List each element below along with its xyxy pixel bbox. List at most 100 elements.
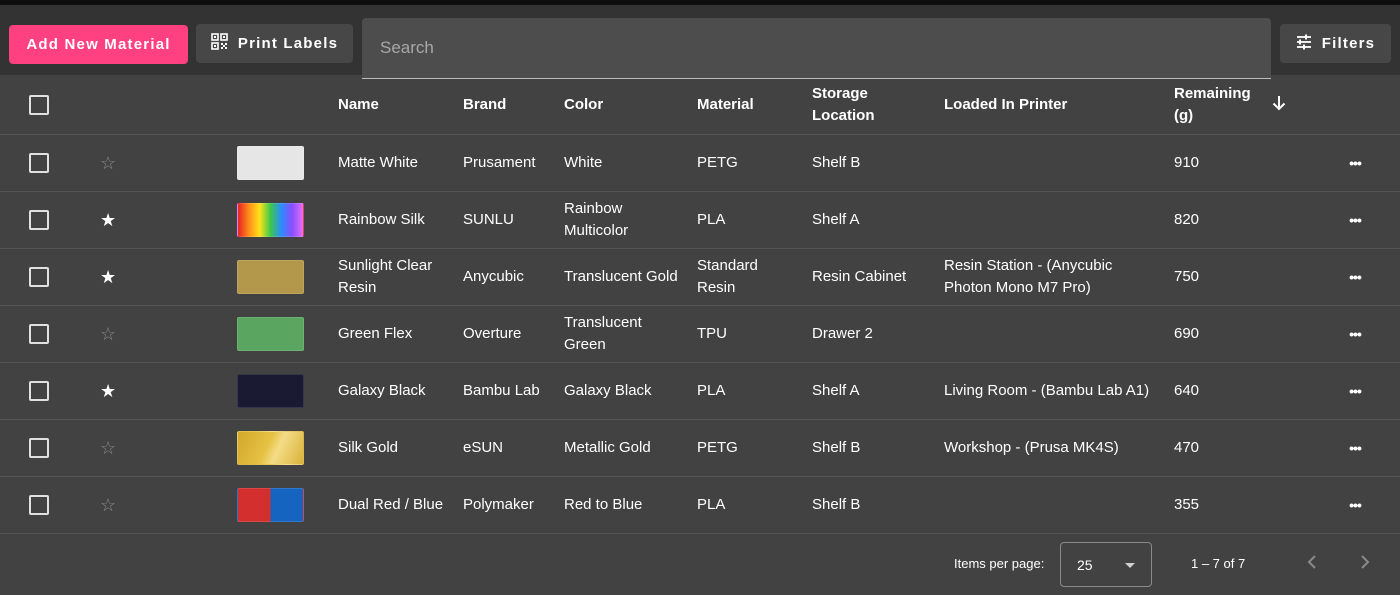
color-swatch [237, 317, 304, 351]
more-horizontal-icon[interactable]: ••• [1349, 152, 1362, 174]
arrow-down-icon[interactable] [1272, 94, 1286, 116]
star-outline-icon[interactable]: ☆ [100, 496, 116, 514]
material-type: Standard Resin [697, 257, 758, 296]
print-labels-label: Print Labels [237, 35, 339, 52]
favorite-star-cell[interactable]: ★ [100, 192, 120, 248]
header-brand[interactable]: Brand [463, 75, 553, 134]
table-row[interactable]: ☆ Green Flex Overture Translucent Green TPU D… [0, 306, 1400, 363]
row-actions-button[interactable]: ••• [1344, 135, 1366, 191]
row-checkbox-cell[interactable] [29, 192, 51, 248]
items-per-page-select[interactable]: 25 [1060, 542, 1152, 587]
row-checkbox[interactable] [29, 267, 49, 287]
row-checkbox-cell[interactable] [29, 477, 51, 533]
table-row[interactable]: ☆ Silk Gold eSUN Metallic Gold PETG Shelf B Wo… [0, 420, 1400, 477]
remaining-grams: 820 [1174, 211, 1200, 228]
storage-location: Shelf B [812, 496, 861, 513]
storage-location: Shelf B [812, 154, 861, 171]
row-checkbox-cell[interactable] [29, 420, 51, 476]
more-horizontal-icon[interactable]: ••• [1349, 494, 1362, 516]
search-field[interactable] [362, 18, 1271, 79]
search-input[interactable] [362, 18, 1271, 78]
color-swatch [237, 260, 304, 294]
header-remaining[interactable]: Remaining (g) [1174, 75, 1294, 134]
qr-code-icon [211, 33, 228, 54]
material-brand: eSUN [463, 439, 504, 456]
favorite-star-cell[interactable]: ☆ [100, 420, 120, 476]
remaining-grams: 355 [1174, 496, 1200, 513]
star-filled-icon[interactable]: ★ [100, 268, 116, 286]
more-horizontal-icon[interactable]: ••• [1349, 209, 1362, 231]
row-checkbox[interactable] [29, 210, 49, 230]
loaded-in-printer: Workshop - (Prusa MK4S) [944, 439, 1119, 456]
material-brand: SUNLU [463, 211, 514, 228]
caret-down-icon [1125, 563, 1135, 568]
favorite-star-cell[interactable]: ★ [100, 363, 120, 419]
star-outline-icon[interactable]: ☆ [100, 154, 116, 172]
header-name[interactable]: Name [338, 75, 448, 134]
material-color: Galaxy Black [564, 382, 652, 399]
star-filled-icon[interactable]: ★ [100, 211, 116, 229]
material-brand: Prusament [463, 154, 536, 171]
favorite-star-cell[interactable]: ☆ [100, 306, 120, 362]
page-range-label: 1 – 7 of 7 [1191, 556, 1246, 571]
favorite-star-cell[interactable]: ★ [100, 249, 120, 305]
row-checkbox[interactable] [29, 153, 49, 173]
material-name: Rainbow Silk [338, 211, 425, 228]
header-loaded-in-printer[interactable]: Loaded In Printer [944, 75, 1154, 134]
table-row[interactable]: ☆ Matte White Prusament White PETG Shelf B 910… [0, 135, 1400, 192]
row-actions-button[interactable]: ••• [1344, 363, 1366, 419]
color-swatch [237, 488, 304, 522]
star-outline-icon[interactable]: ☆ [100, 325, 116, 343]
items-per-page-label: Items per page: [954, 556, 1045, 571]
table-row[interactable]: ☆ Dual Red / Blue Polymaker Red to Blue PLA S… [0, 477, 1400, 534]
filters-button[interactable]: Filters [1280, 24, 1391, 63]
row-checkbox[interactable] [29, 438, 49, 458]
table-row[interactable]: ★ Galaxy Black Bambu Lab Galaxy Black PLA She… [0, 363, 1400, 420]
row-checkbox[interactable] [29, 495, 49, 515]
select-all-checkbox-cell[interactable] [29, 75, 51, 134]
material-name: Matte White [338, 154, 419, 171]
row-checkbox-cell[interactable] [29, 306, 51, 362]
row-actions-button[interactable]: ••• [1344, 477, 1366, 533]
star-outline-icon[interactable]: ☆ [100, 439, 116, 457]
table-row[interactable]: ★ Sunlight Clear Resin Anycubic Translucent… [0, 249, 1400, 306]
storage-location: Shelf A [812, 211, 860, 228]
add-new-material-button[interactable]: Add New Material [9, 25, 188, 64]
select-all-checkbox[interactable] [29, 94, 49, 115]
color-swatch [237, 431, 304, 465]
row-actions-button[interactable]: ••• [1344, 192, 1366, 248]
items-per-page-value: 25 [1077, 556, 1093, 573]
material-color: Translucent Green [564, 314, 642, 353]
remaining-grams: 750 [1174, 268, 1200, 285]
previous-page-button[interactable] [1305, 552, 1319, 574]
remaining-grams: 640 [1174, 382, 1200, 399]
more-horizontal-icon[interactable]: ••• [1349, 380, 1362, 402]
material-name: Green Flex [338, 325, 413, 342]
material-name: Galaxy Black [338, 382, 426, 399]
material-brand: Anycubic [463, 268, 524, 285]
row-actions-button[interactable]: ••• [1344, 420, 1366, 476]
favorite-star-cell[interactable]: ☆ [100, 477, 120, 533]
star-filled-icon[interactable]: ★ [100, 382, 116, 400]
more-horizontal-icon[interactable]: ••• [1349, 437, 1362, 459]
more-horizontal-icon[interactable]: ••• [1349, 266, 1362, 288]
row-checkbox[interactable] [29, 381, 49, 401]
row-checkbox-cell[interactable] [29, 363, 51, 419]
print-labels-button[interactable]: Print Labels [196, 24, 353, 63]
table-row[interactable]: ★ Rainbow Silk SUNLU Rainbow Multicolor PLA S… [0, 192, 1400, 249]
more-horizontal-icon[interactable]: ••• [1349, 323, 1362, 345]
row-checkbox-cell[interactable] [29, 249, 51, 305]
paginator: Items per page: 25 1 – 7 of 7 [0, 532, 1400, 595]
row-checkbox[interactable] [29, 324, 49, 344]
loaded-in-printer [944, 192, 1154, 248]
favorite-star-cell[interactable]: ☆ [100, 135, 120, 191]
row-actions-button[interactable]: ••• [1344, 249, 1366, 305]
row-checkbox-cell[interactable] [29, 135, 51, 191]
table-body: ☆ Matte White Prusament White PETG Shelf B 910… [0, 135, 1400, 534]
next-page-button[interactable] [1358, 552, 1372, 574]
chevron-left-icon [1307, 555, 1316, 569]
header-storage-location[interactable]: Storage Location [812, 75, 912, 134]
row-actions-button[interactable]: ••• [1344, 306, 1366, 362]
header-material[interactable]: Material [697, 75, 797, 134]
header-color[interactable]: Color [564, 75, 684, 134]
